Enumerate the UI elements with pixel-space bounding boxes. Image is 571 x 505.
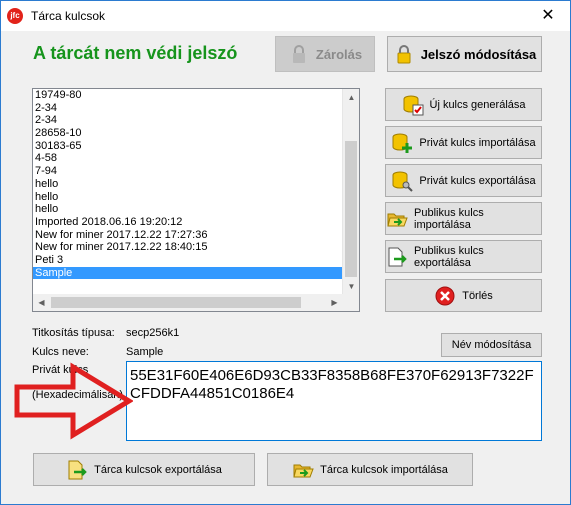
- close-icon[interactable]: ✕: [526, 1, 570, 31]
- key-list-item[interactable]: New for miner 2017.12.22 18:40:15: [33, 241, 343, 254]
- folder-open-icon: [292, 459, 314, 481]
- title-bar: jfc Tárca kulcsok ✕: [1, 1, 570, 31]
- scroll-down-icon[interactable]: ▼: [343, 278, 360, 295]
- key-list-item[interactable]: 30183-65: [33, 140, 343, 153]
- change-password-label: Jelszó módosítása: [420, 46, 537, 62]
- import-private-key-button[interactable]: Privát kulcs importálása: [385, 126, 542, 159]
- scroll-thumb[interactable]: [51, 297, 301, 308]
- key-list-item[interactable]: Imported 2018.06.16 19:20:12: [33, 216, 343, 229]
- scroll-left-icon[interactable]: ◀: [33, 294, 50, 311]
- encryption-type-label: Titkosítás típusa:: [32, 327, 115, 339]
- key-list-item[interactable]: 2-34: [33, 102, 343, 115]
- db-key-icon: [391, 170, 414, 192]
- key-name-value: Sample: [126, 346, 164, 358]
- key-name-label: Kulcs neve:: [32, 346, 89, 358]
- file-export-icon: [386, 246, 408, 268]
- key-list-item[interactable]: 2-34: [33, 114, 343, 127]
- scroll-thumb[interactable]: [345, 141, 357, 277]
- delete-label: Törlés: [462, 289, 493, 302]
- lock-button[interactable]: Zárolás: [275, 36, 375, 72]
- import-private-key-label: Privát kulcs importálása: [419, 136, 536, 149]
- generate-key-button[interactable]: Új kulcs generálása: [385, 88, 542, 121]
- key-list-item[interactable]: New for miner 2017.12.22 17:27:36: [33, 229, 343, 242]
- key-list-items: 19749-80 2-34 2-34 28658-10 30183-65 4-58 7-94…: [33, 89, 343, 295]
- padlock-icon: [393, 43, 415, 65]
- private-key-hex-field[interactable]: 55E31F60E406E6D93CB33F8358B68FE370F62913…: [126, 361, 542, 441]
- wallet-keys-window: jfc Tárca kulcsok ✕ A tárcát nem védi je…: [0, 0, 571, 505]
- padlock-icon: [288, 43, 310, 65]
- key-list[interactable]: 19749-80 2-34 2-34 28658-10 30183-65 4-58 7-94…: [32, 88, 360, 312]
- key-list-item[interactable]: Sample: [33, 266, 343, 280]
- app-icon: jfc: [7, 8, 23, 24]
- folder-open-icon: [386, 208, 408, 230]
- db-plus-icon: [391, 132, 413, 154]
- key-list-item[interactable]: hello: [33, 191, 343, 204]
- key-list-item[interactable]: 28658-10: [33, 127, 343, 140]
- key-list-item[interactable]: 7-94: [33, 165, 343, 178]
- annotation-arrow-icon: [14, 362, 133, 440]
- export-private-key-button[interactable]: Privát kulcs exportálása: [385, 164, 542, 197]
- import-wallet-keys-label: Tárca kulcsok importálása: [320, 463, 448, 476]
- generate-key-label: Új kulcs generálása: [429, 98, 526, 111]
- change-password-button[interactable]: Jelszó módosítása: [387, 36, 542, 72]
- key-list-item[interactable]: Peti 3: [33, 254, 343, 267]
- lock-button-label: Zárolás: [315, 46, 363, 62]
- scroll-corner: [342, 294, 359, 311]
- key-list-item[interactable]: hello: [33, 203, 343, 216]
- import-wallet-keys-button[interactable]: Tárca kulcsok importálása: [267, 453, 473, 486]
- vertical-scrollbar[interactable]: ▲ ▼: [342, 89, 359, 295]
- scroll-up-icon[interactable]: ▲: [343, 89, 360, 106]
- encryption-type-value: secp256k1: [126, 327, 180, 339]
- export-wallet-keys-button[interactable]: Tárca kulcsok exportálása: [33, 453, 255, 486]
- import-public-key-button[interactable]: Publikus kulcs importálása: [385, 202, 542, 235]
- export-public-key-button[interactable]: Publikus kulcs exportálása: [385, 240, 542, 273]
- key-list-item[interactable]: 4-58: [33, 152, 343, 165]
- import-public-key-label: Publikus kulcs importálása: [414, 206, 484, 231]
- delete-button[interactable]: Törlés: [385, 279, 542, 312]
- export-private-key-label: Privát kulcs exportálása: [419, 174, 536, 187]
- key-list-item[interactable]: 19749-80: [33, 89, 343, 102]
- file-export-icon: [66, 459, 88, 481]
- horizontal-scrollbar[interactable]: ◀ ▶: [33, 294, 343, 311]
- scroll-right-icon[interactable]: ▶: [326, 294, 343, 311]
- rename-button-label: Név módosítása: [451, 339, 532, 351]
- key-list-item[interactable]: hello: [33, 178, 343, 191]
- export-wallet-keys-label: Tárca kulcsok exportálása: [94, 463, 222, 476]
- protection-status-heading: A tárcát nem védi jelszó: [33, 43, 238, 63]
- db-check-icon: [402, 94, 424, 116]
- x-circle-icon: [434, 285, 456, 307]
- export-public-key-label: Publikus kulcs exportálása: [414, 244, 484, 269]
- rename-button[interactable]: Név módosítása: [441, 333, 542, 357]
- window-title: Tárca kulcsok: [31, 9, 106, 23]
